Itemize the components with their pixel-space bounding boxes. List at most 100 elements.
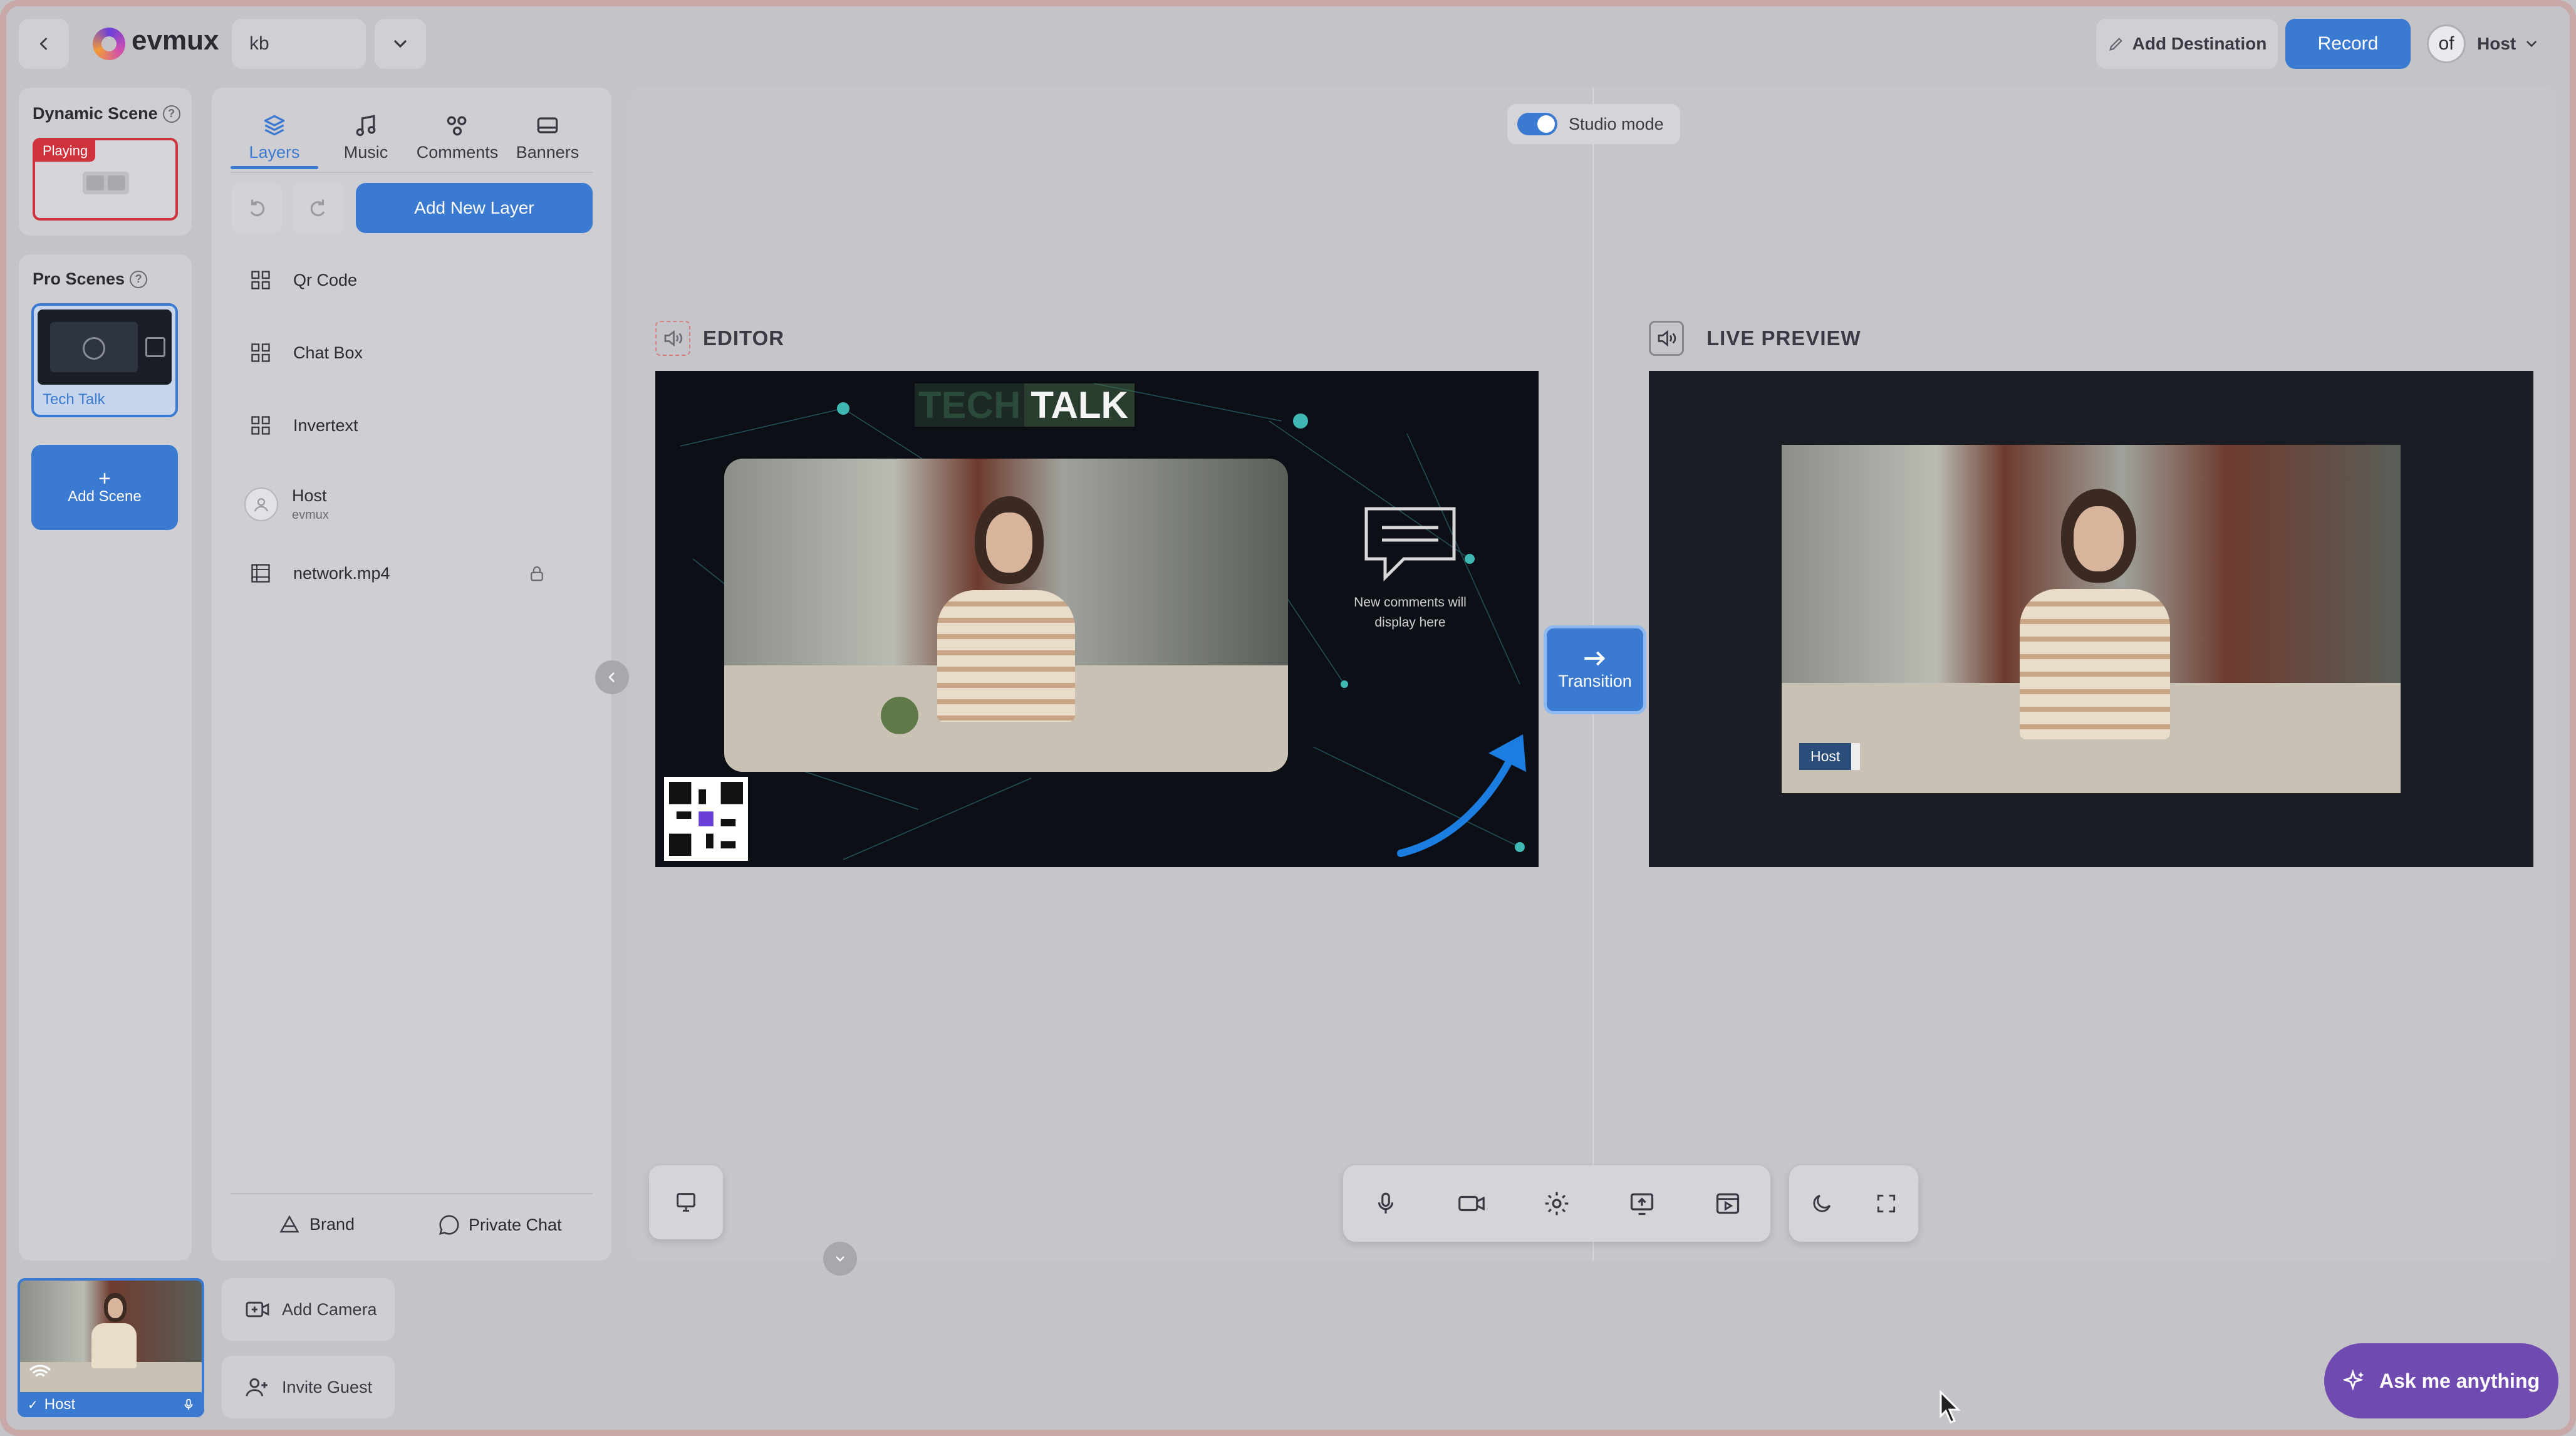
media-icon[interactable] [1688,1165,1768,1242]
pro-scenes-panel: Pro Scenes ? Tech Talk + Add Scene [19,254,192,1261]
studio-mode-label: Studio mode [1569,114,1664,133]
scene-card-tech-talk[interactable]: Tech Talk [31,303,178,417]
video-file-icon [249,562,274,585]
widget-icon [249,269,274,291]
widget-icon [249,414,274,437]
chat-icon [437,1213,461,1237]
wifi-icon [28,1362,53,1382]
avatar: of [2427,24,2466,63]
studio-dropdown-button[interactable] [375,19,426,69]
host-camera-tile[interactable]: ✓ Host [18,1278,204,1417]
plus-icon: + [98,467,111,491]
microphone-icon[interactable] [182,1398,195,1412]
redo-button[interactable] [293,183,343,233]
add-scene-label: Add Scene [68,488,142,505]
layer-label: network.mp4 [293,563,390,583]
add-camera-label: Add Camera [282,1299,377,1319]
invite-guest-button[interactable]: Invite Guest [222,1356,395,1418]
share-screen-icon[interactable] [1602,1165,1682,1242]
editor-canvas[interactable]: TECH TALK New comments will display here [655,371,1539,867]
live-preview-canvas: Host [1649,371,2533,867]
qr-icon [145,337,165,357]
chevron-down-icon [390,34,410,54]
stage-area: Studio mode EDITOR TECH TALK New comment… [630,88,2556,1261]
arrow-right-icon [1582,649,1607,668]
undo-icon [246,197,268,219]
scene-thumbnail [38,310,172,385]
banners-icon [534,112,561,139]
private-chat-button[interactable]: Private Chat [437,1213,562,1237]
tab-banners[interactable]: Banners [504,107,591,169]
person-figure [2013,489,2176,739]
brand-button[interactable]: Brand [277,1213,355,1236]
transition-label: Transition [1558,671,1632,690]
add-destination-label: Add Destination [2132,34,2267,53]
toggle-switch[interactable] [1517,113,1557,135]
redo-icon [307,197,330,219]
layer-item[interactable]: Qr Code [249,258,357,302]
layer-item[interactable]: network.mp4 [249,551,575,595]
pro-scenes-title: Pro Scenes [33,269,125,288]
view-controls-bar [1789,1165,1918,1242]
back-button[interactable] [19,19,69,69]
undo-button[interactable] [232,183,282,233]
person-figure [89,1293,139,1368]
add-camera-button[interactable]: Add Camera [222,1278,395,1341]
collapse-panel-button[interactable] [595,660,629,694]
layer-label: Chat Box [293,343,363,362]
layer-label: Host [292,486,327,505]
comments-placeholder: New comments will display here [1354,595,1467,630]
help-icon[interactable]: ? [130,270,148,288]
layer-item[interactable]: Invertext [249,403,358,447]
sparkle-icon [2342,1369,2367,1393]
playing-badge: Playing [35,140,96,162]
host-name-tag: Host [1799,743,1861,770]
dynamic-scene-thumbnail[interactable]: Playing [33,138,178,221]
add-user-icon [244,1375,271,1399]
ask-assistant-button[interactable]: Ask me anything [2324,1343,2558,1418]
studio-mode-toggle[interactable]: Studio mode [1507,104,1680,144]
speaker-muted-icon[interactable] [655,321,690,356]
tab-label: Comments [416,143,499,162]
layer-item[interactable]: Host evmux [244,476,329,533]
live-host-video: Host [1782,445,2401,793]
camera-icon[interactable] [1431,1165,1512,1242]
add-new-layer-button[interactable]: Add New Layer [356,183,593,233]
chat-box-layer[interactable]: New comments will display here [1332,502,1488,653]
settings-icon[interactable] [1517,1165,1597,1242]
person-figure [931,496,1081,722]
add-scene-button[interactable]: + Add Scene [31,445,178,530]
chevron-down-icon [833,1251,848,1266]
layer-item[interactable]: Chat Box [249,331,363,375]
dynamic-scene-panel: Dynamic Scene ? Playing [19,88,192,236]
layer-sublabel: evmux [292,508,329,522]
evmux-logo-icon [93,28,125,60]
dark-mode-icon[interactable] [1794,1165,1850,1242]
lock-icon[interactable] [527,564,546,583]
expand-bottom-button[interactable] [823,1242,857,1276]
layout-button[interactable] [649,1165,723,1239]
fullscreen-icon[interactable] [1858,1165,1914,1242]
speaker-icon[interactable] [1649,321,1684,356]
add-destination-button[interactable]: Add Destination [2096,19,2278,69]
tab-label: Music [343,143,388,162]
check-icon: ✓ [28,1398,38,1412]
microphone-icon[interactable] [1346,1165,1426,1242]
scene-card-label: Tech Talk [43,391,105,408]
tab-layers[interactable]: Layers [231,107,318,169]
host-menu[interactable]: of Host [2427,19,2558,69]
dynamic-scene-title: Dynamic Scene [33,104,158,123]
qr-code-layer[interactable] [664,777,748,861]
transition-button[interactable]: Transition [1544,625,1646,714]
tech-talk-title: TECH TALK [915,383,1135,427]
help-icon[interactable]: ? [162,105,180,123]
qr-code-icon [669,782,743,856]
tab-music[interactable]: Music [322,107,410,169]
media-controls-bar [1343,1165,1770,1242]
studio-name-field[interactable]: kb [232,19,366,69]
tab-comments[interactable]: Comments [413,107,501,169]
record-button[interactable]: Record [2285,19,2411,69]
tab-label: Banners [516,143,579,162]
music-icon [352,112,380,139]
host-video-layer[interactable] [724,459,1288,772]
